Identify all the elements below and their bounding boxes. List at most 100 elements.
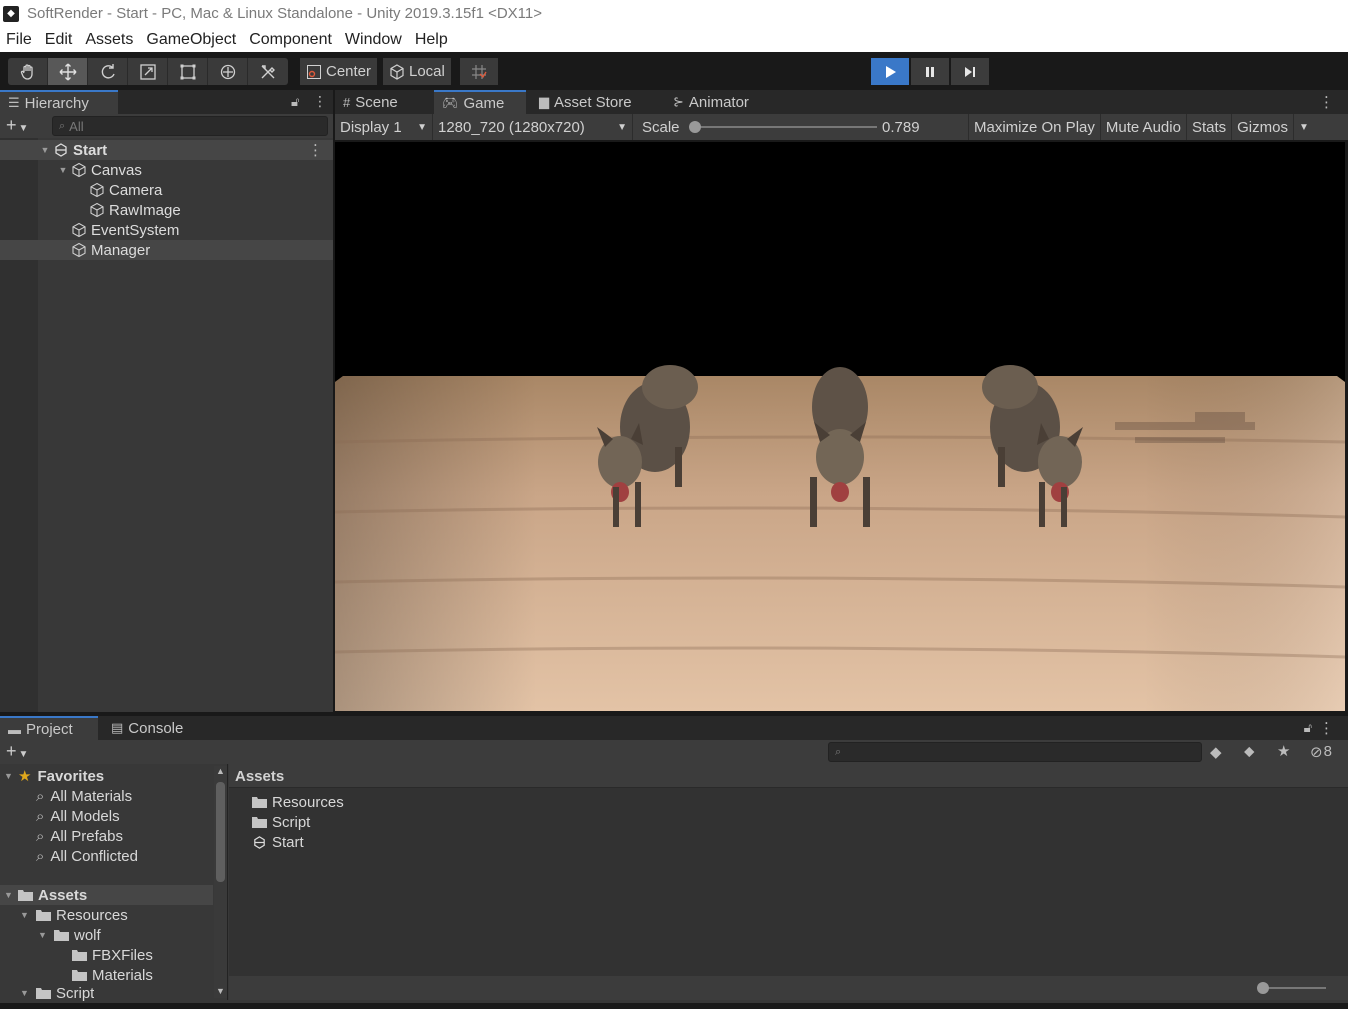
game-viewport[interactable] bbox=[335, 142, 1345, 711]
project-panel: ▬ Project ▤ Console 🔓︎ ⋮ + ▼ ⌕ ◆ ⬥ ★ ⊘ 8 … bbox=[0, 716, 1348, 1003]
tab-project[interactable]: ▬ Project bbox=[0, 716, 98, 740]
pivot-rotation-button[interactable]: Local bbox=[383, 58, 451, 85]
search-by-label-icon[interactable]: ⬥ bbox=[1244, 743, 1255, 760]
custom-tool-icon[interactable] bbox=[248, 58, 288, 85]
search-by-type-icon[interactable]: ◆ bbox=[1210, 743, 1222, 761]
favorite-star-icon[interactable]: ★ bbox=[1277, 742, 1290, 760]
menu-assets[interactable]: Assets bbox=[79, 31, 140, 49]
play-button[interactable] bbox=[871, 58, 909, 85]
create-add-button[interactable]: + ▼ bbox=[6, 741, 28, 762]
tab-hierarchy[interactable]: ☰ Hierarchy bbox=[0, 90, 118, 114]
grid-snap-button[interactable] bbox=[460, 58, 498, 85]
icon-size-slider-thumb[interactable] bbox=[1257, 982, 1269, 994]
folder-open-icon bbox=[54, 930, 69, 941]
stats-label: Stats bbox=[1191, 118, 1227, 136]
space-label: Local bbox=[409, 63, 445, 80]
asset-script-folder[interactable]: Script bbox=[252, 812, 310, 832]
assets-root-label: Assets bbox=[38, 886, 88, 904]
favorite-all-models[interactable]: ⌕ All Models bbox=[36, 806, 120, 826]
tree-item-materials[interactable]: Materials bbox=[72, 965, 153, 985]
menu-component[interactable]: Component bbox=[243, 31, 339, 49]
gizmos-dropdown-icon[interactable]: ▼ bbox=[1294, 114, 1314, 140]
favorite-all-prefabs[interactable]: ⌕ All Prefabs bbox=[36, 826, 123, 846]
tab-asset-store[interactable]: ▆ Asset Store bbox=[531, 90, 661, 114]
tab-game[interactable]: 🎮︎ Game bbox=[434, 90, 526, 114]
favorite-all-conflicted[interactable]: ⌕ All Conflicted bbox=[36, 846, 138, 866]
project-contents: Assets Resources Script Start bbox=[229, 764, 1348, 976]
local-cube-icon bbox=[390, 63, 404, 80]
pivot-center-button[interactable]: Center bbox=[300, 58, 378, 85]
step-button[interactable] bbox=[951, 58, 989, 85]
folder-open-icon bbox=[18, 890, 33, 901]
favorite-all-materials[interactable]: ⌕ All Materials bbox=[36, 786, 132, 806]
tree-scrollbar[interactable]: ▲ ▼ bbox=[214, 766, 227, 998]
tab-animator[interactable]: ⊱ Animator bbox=[665, 90, 775, 114]
create-add-button[interactable]: + ▼ bbox=[6, 115, 28, 136]
lock-icon[interactable]: 🔓︎ bbox=[291, 94, 299, 110]
tree-item-resources[interactable]: ▼ Resources bbox=[20, 905, 128, 925]
menu-help[interactable]: Help bbox=[409, 31, 455, 49]
hierarchy-search-input[interactable]: ⌕ All bbox=[52, 116, 328, 136]
resolution-dropdown[interactable]: 1280_720 (1280x720) ▼ bbox=[433, 114, 633, 140]
lock-icon[interactable]: 🔓︎ bbox=[1304, 720, 1312, 736]
asset-resources-folder[interactable]: Resources bbox=[252, 792, 344, 812]
folder-icon bbox=[252, 797, 267, 808]
kebab-menu-icon[interactable]: ⋮ bbox=[1319, 719, 1334, 737]
tree-item-script[interactable]: ▼ Script bbox=[20, 985, 94, 1001]
favorites-header[interactable]: ▼ ★ Favorites bbox=[4, 766, 104, 786]
expand-arrow-icon: ▼ bbox=[4, 890, 13, 900]
tree-item-fbxfiles[interactable]: FBXFiles bbox=[72, 945, 153, 965]
tab-console[interactable]: ▤ Console bbox=[103, 716, 203, 740]
move-tool-icon[interactable] bbox=[48, 58, 88, 85]
favorite-label: All Models bbox=[50, 807, 120, 825]
scale-control: Scale 0.789 bbox=[633, 114, 969, 140]
gizmos-toggle[interactable]: Gizmos bbox=[1232, 114, 1294, 140]
scene-options-icon[interactable]: ⋮ bbox=[308, 141, 323, 159]
item-label: RawImage bbox=[109, 201, 181, 219]
hierarchy-item-rawimage[interactable]: RawImage bbox=[0, 200, 333, 220]
tab-scene[interactable]: # Scene bbox=[335, 90, 433, 114]
icon-size-slider-track[interactable] bbox=[1261, 987, 1326, 989]
hierarchy-panel: ☰ Hierarchy 🔓︎ ⋮ + ▼ ⌕ All ▼ Start ⋮ ▼ Ca… bbox=[0, 90, 333, 712]
project-search-input[interactable]: ⌕ bbox=[828, 742, 1202, 762]
menu-window[interactable]: Window bbox=[339, 31, 409, 49]
display-dropdown[interactable]: Display 1 ▼ bbox=[335, 114, 433, 140]
unity-scene-icon bbox=[254, 835, 265, 849]
hidden-packages-toggle[interactable]: ⊘ 8 bbox=[1310, 743, 1332, 761]
scene-row-start[interactable]: ▼ Start ⋮ bbox=[0, 140, 333, 160]
kebab-menu-icon[interactable]: ⋮ bbox=[313, 93, 327, 110]
menu-gameobject[interactable]: GameObject bbox=[140, 31, 243, 49]
asset-start-scene[interactable]: Start bbox=[252, 832, 304, 852]
hierarchy-item-eventsystem[interactable]: EventSystem bbox=[0, 220, 333, 240]
mute-audio-toggle[interactable]: Mute Audio bbox=[1101, 114, 1187, 140]
assets-root[interactable]: ▼ Assets bbox=[0, 885, 213, 905]
scale-slider-thumb[interactable] bbox=[689, 121, 701, 133]
scroll-down-arrow-icon[interactable]: ▼ bbox=[216, 986, 225, 996]
menu-file[interactable]: File bbox=[0, 31, 39, 49]
rect-tool-icon[interactable] bbox=[168, 58, 208, 85]
tree-item-wolf[interactable]: ▼ wolf bbox=[38, 925, 101, 945]
rotate-tool-icon[interactable] bbox=[88, 58, 128, 85]
hierarchy-item-camera[interactable]: Camera bbox=[0, 180, 333, 200]
step-icon bbox=[965, 66, 975, 77]
center-kebab-menu-icon[interactable]: ⋮ bbox=[1319, 93, 1334, 111]
favorites-label: Favorites bbox=[37, 767, 105, 785]
folder-open-icon bbox=[36, 988, 51, 999]
hierarchy-search-placeholder: All bbox=[69, 118, 84, 134]
maximize-on-play-toggle[interactable]: Maximize On Play bbox=[969, 114, 1101, 140]
hierarchy-item-manager[interactable]: Manager bbox=[0, 240, 333, 260]
stats-toggle[interactable]: Stats bbox=[1187, 114, 1233, 140]
search-icon: ⌕ bbox=[36, 847, 45, 865]
transform-tool-icon[interactable] bbox=[208, 58, 248, 85]
scale-tool-icon[interactable] bbox=[128, 58, 168, 85]
scale-slider-track[interactable] bbox=[693, 126, 877, 128]
menu-edit[interactable]: Edit bbox=[39, 31, 80, 49]
maximize-label: Maximize On Play bbox=[974, 118, 1095, 136]
hand-tool-icon[interactable] bbox=[8, 58, 48, 85]
scrollbar-thumb[interactable] bbox=[216, 782, 225, 882]
pause-button[interactable] bbox=[911, 58, 949, 85]
hierarchy-item-canvas[interactable]: ▼ Canvas bbox=[0, 160, 333, 180]
scroll-up-arrow-icon[interactable]: ▲ bbox=[216, 766, 225, 776]
breadcrumb-assets[interactable]: Assets bbox=[235, 768, 284, 785]
gizmos-label: Gizmos bbox=[1237, 118, 1288, 136]
